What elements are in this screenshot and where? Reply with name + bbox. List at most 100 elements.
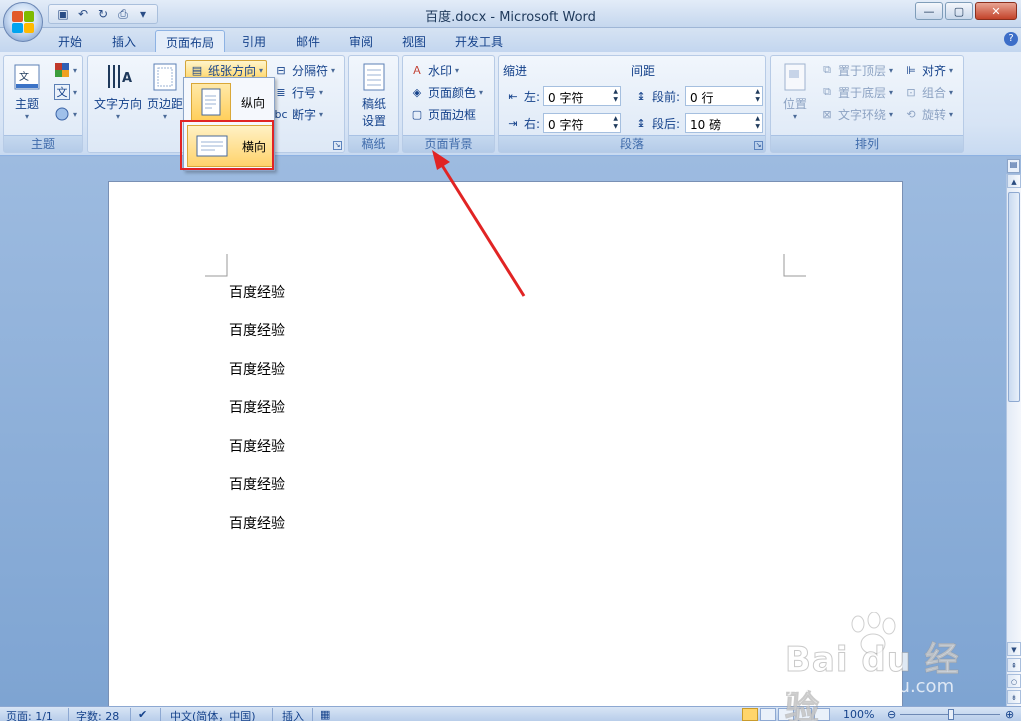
indent-left-input[interactable]: 0 字符 ▲ ▼: [543, 86, 621, 106]
office-logo-icon: [12, 11, 34, 33]
tab-mailings[interactable]: 邮件: [286, 30, 330, 52]
breaks-button[interactable]: ⊟ 分隔符 ▾: [273, 60, 335, 80]
title-bar: ▣ ↶ ↻ ⎙ ▾ 百度.docx - Microsoft Word — ▢ ✕: [0, 0, 1021, 28]
macro-record-icon[interactable]: ▦: [320, 708, 330, 721]
tab-insert[interactable]: 插入: [102, 30, 146, 52]
align-icon: ⊫: [906, 63, 916, 77]
page-color-button[interactable]: ◈ 页面颜色 ▾: [409, 82, 483, 102]
margin-corner-top-right: [783, 254, 806, 277]
page-count[interactable]: 页面: 1/1: [6, 708, 53, 721]
space-before-label: ↨ 段前:: [633, 86, 680, 106]
page-borders-button[interactable]: ▢ 页面边框: [409, 104, 476, 124]
breaks-icon: ⊟: [276, 63, 286, 77]
themes-button[interactable]: 文 主题 ▾: [10, 62, 44, 121]
ribbon-tabs: 开始 插入 页面布局 引用 邮件 审阅 视图 开发工具: [0, 28, 1021, 52]
theme-colors-button[interactable]: ▾: [54, 60, 77, 80]
theme-effects-icon: [54, 106, 70, 122]
vertical-scrollbar[interactable]: ▲ ▼ ⇞ ○ ⇟: [1006, 174, 1021, 706]
tab-home[interactable]: 开始: [48, 30, 92, 52]
hyphenation-button[interactable]: bc 断字 ▾: [273, 104, 323, 124]
scroll-up-icon[interactable]: ▲: [1007, 174, 1021, 188]
full-screen-reading-view-icon[interactable]: [760, 708, 776, 721]
paragraph: 百度经验: [229, 400, 285, 416]
page-setup-dialog-launcher[interactable]: ↘: [333, 141, 342, 150]
rotate-button[interactable]: ⟲ 旋转 ▾: [903, 104, 953, 124]
language-indicator[interactable]: 中文(简体，中国): [170, 708, 256, 721]
tab-view[interactable]: 视图: [392, 30, 436, 52]
page-borders-label: 页面边框: [428, 107, 477, 122]
text-direction-button[interactable]: A 文字方向 ▾: [92, 62, 144, 121]
bring-to-front-button[interactable]: ⧉ 置于顶层 ▾: [819, 60, 893, 80]
paragraph: 百度经验: [229, 516, 285, 532]
theme-effects-button[interactable]: ▾: [54, 104, 77, 124]
tab-review[interactable]: 审阅: [339, 30, 383, 52]
maximize-button[interactable]: ▢: [945, 2, 973, 20]
margin-corner-top-left: [205, 254, 228, 277]
next-page-icon[interactable]: ⇟: [1007, 690, 1021, 704]
position-button[interactable]: 位置 ▾: [775, 62, 815, 121]
paragraph: 百度经验: [229, 323, 285, 339]
paragraph: 百度经验: [229, 477, 285, 493]
indent-left-label: ⇤ 左:: [505, 86, 540, 106]
group-label-themes: 主题: [4, 135, 82, 152]
indent-right-icon: ⇥: [508, 116, 518, 130]
paragraph: 百度经验: [229, 362, 285, 378]
watermark-button[interactable]: Ａ 水印 ▾: [409, 60, 460, 80]
svg-text:A: A: [122, 71, 132, 86]
ruler-toggle-icon[interactable]: ▤: [1007, 159, 1020, 173]
close-button[interactable]: ✕: [975, 2, 1017, 20]
group-button[interactable]: ⊡ 组合 ▾: [903, 82, 953, 102]
space-before-icon: ↨: [636, 89, 646, 103]
minimize-button[interactable]: —: [915, 2, 943, 20]
space-before-input[interactable]: 0 行 ▲ ▼: [685, 86, 763, 106]
tab-references[interactable]: 引用: [232, 30, 276, 52]
send-to-back-button[interactable]: ⧉ 置于底层 ▾: [819, 82, 893, 102]
margins-button[interactable]: 页边距 ▾: [144, 62, 186, 121]
orientation-portrait-item[interactable]: 纵向: [187, 81, 273, 123]
manuscript-label-2: 设置: [361, 114, 386, 128]
hyphenation-icon: bc: [274, 107, 288, 121]
portrait-page-icon: [191, 83, 231, 121]
position-label: 位置: [782, 97, 807, 111]
tab-developer[interactable]: 开发工具: [445, 30, 513, 52]
margins-icon: [150, 62, 180, 92]
send-to-back-icon: ⧉: [823, 85, 831, 98]
insert-mode[interactable]: 插入: [282, 708, 304, 721]
print-layout-view-icon[interactable]: [742, 708, 758, 721]
zoom-in-icon[interactable]: ⊕: [1005, 708, 1014, 721]
watermark-label: 水印: [428, 63, 453, 78]
group-themes: 文 主题 ▾ ▾ 文 ▾ ▾ 主题: [3, 55, 83, 153]
group-label-manuscript: 稿纸: [349, 135, 398, 152]
ribbon: 文 主题 ▾ ▾ 文 ▾ ▾ 主题 A 文字方向 ▾ 页边距 ▾ ▤ 纸张方向 …: [0, 52, 1021, 156]
text-direction-icon: A: [103, 62, 133, 92]
margins-label: 页边距: [146, 97, 183, 111]
bring-to-front-icon: ⧉: [823, 63, 831, 76]
orientation-icon: ▤: [191, 63, 203, 77]
line-numbers-label: 行号: [292, 85, 317, 100]
scroll-down-icon[interactable]: ▼: [1007, 642, 1021, 656]
help-icon[interactable]: ?: [1004, 32, 1018, 46]
manuscript-setup-button[interactable]: 稿纸 设置: [353, 62, 395, 129]
text-wrap-button[interactable]: ⊠ 文字环绕 ▾: [819, 104, 893, 124]
browse-object-icon[interactable]: ○: [1007, 674, 1021, 688]
scroll-thumb[interactable]: [1008, 192, 1020, 402]
space-after-input[interactable]: 10 磅 ▲ ▼: [685, 113, 763, 133]
orientation-label: 纸张方向: [208, 63, 257, 78]
themes-label: 主题: [14, 97, 39, 111]
theme-fonts-icon: 文: [54, 84, 70, 100]
tab-page-layout[interactable]: 页面布局: [155, 30, 226, 52]
text-direction-label: 文字方向: [93, 97, 142, 111]
paragraph-dialog-launcher[interactable]: ↘: [754, 141, 763, 150]
word-count[interactable]: 字数: 28: [76, 708, 119, 721]
office-button[interactable]: [3, 2, 43, 42]
previous-page-icon[interactable]: ⇞: [1007, 658, 1021, 672]
theme-fonts-button[interactable]: 文 ▾: [54, 82, 77, 102]
align-button[interactable]: ⊫ 对齐 ▾: [903, 60, 953, 80]
indent-right-input[interactable]: 0 字符 ▲ ▼: [543, 113, 621, 133]
themes-icon: 文: [12, 62, 42, 92]
line-numbers-button[interactable]: ≣ 行号 ▾: [273, 82, 323, 102]
spacing-title: 间距: [631, 63, 656, 78]
watermark-url: jingyan.baidu.com: [788, 676, 955, 697]
group-paragraph: 缩进 间距 ⇤ 左: 0 字符 ▲ ▼ ⇥ 右: 0 字符 ▲ ▼ ↨ 段前: 0 行 ▲ ▼ ↨…: [498, 55, 766, 153]
proofing-icon[interactable]: ✔: [138, 708, 147, 721]
